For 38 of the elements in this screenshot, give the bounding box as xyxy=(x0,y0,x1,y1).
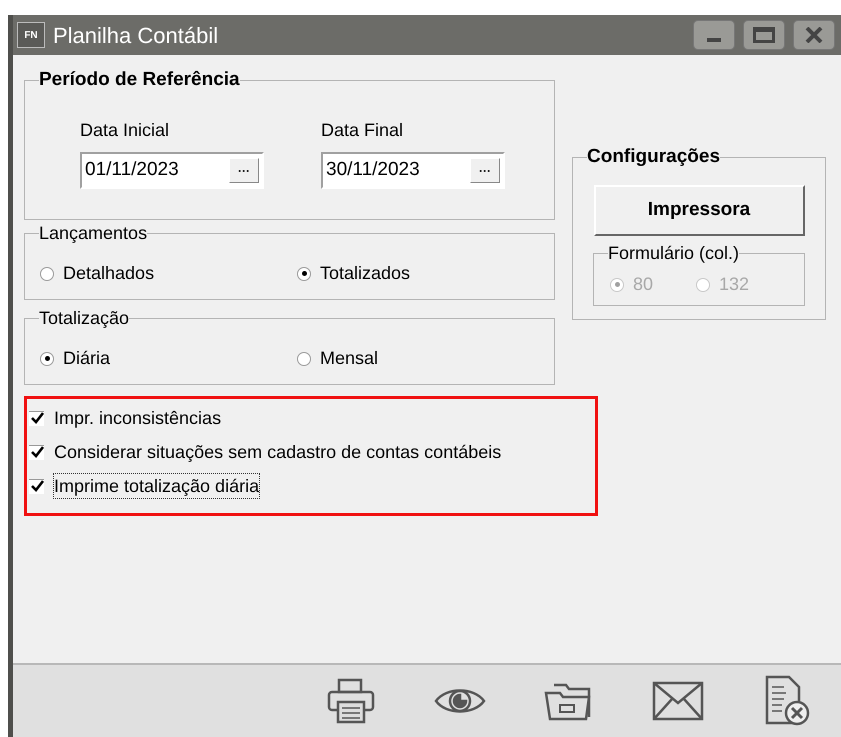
window-title: Planilha Contábil xyxy=(53,22,220,50)
radio-button[interactable] xyxy=(40,352,54,366)
close-button[interactable] xyxy=(793,20,835,50)
envelope-icon[interactable] xyxy=(652,681,704,721)
folder-icon[interactable] xyxy=(544,681,594,721)
field-label: Data Inicial xyxy=(80,119,170,142)
minimize-icon xyxy=(707,38,721,42)
radio-label: Detalhados xyxy=(63,262,154,285)
date-value: 30/11/2023 xyxy=(326,158,421,182)
checkbox-label: Impr. inconsistências xyxy=(53,407,222,430)
ellipsis-button[interactable]: ··· xyxy=(470,158,500,183)
app-icon: FN xyxy=(17,22,45,48)
date-field[interactable]: 30/11/2023 ··· xyxy=(321,152,505,189)
date-value: 01/11/2023 xyxy=(85,158,180,182)
checkbox-label: Considerar situações sem cadastro de contas contábeis xyxy=(53,441,502,464)
printer-icon[interactable] xyxy=(326,678,376,724)
ellipsis-button[interactable]: ··· xyxy=(229,158,259,183)
close-icon xyxy=(805,27,823,43)
radio-button[interactable] xyxy=(40,266,54,280)
date-field[interactable]: 01/11/2023 ··· xyxy=(80,152,264,189)
radio-button[interactable] xyxy=(297,352,311,366)
checkbox[interactable] xyxy=(29,410,44,426)
radio-label: 80 xyxy=(633,273,654,296)
radio-button[interactable] xyxy=(297,266,311,280)
document-close-icon[interactable] xyxy=(764,675,810,727)
printer-button[interactable]: Impressora xyxy=(594,185,804,236)
checkbox[interactable] xyxy=(29,444,44,460)
minimize-button[interactable] xyxy=(693,20,735,50)
checkbox[interactable] xyxy=(29,478,44,494)
radio-label: 132 xyxy=(719,273,750,296)
radio-label: Mensal xyxy=(320,347,378,370)
group-title: Configurações xyxy=(587,146,720,168)
field-label: Data Final xyxy=(321,119,404,142)
maximize-button[interactable] xyxy=(743,20,785,50)
radio-label: Totalizados xyxy=(320,262,410,285)
maximize-icon xyxy=(753,27,775,43)
checkbox-label: Imprime totalização diária xyxy=(53,473,260,499)
radio-label: Diária xyxy=(63,347,110,370)
